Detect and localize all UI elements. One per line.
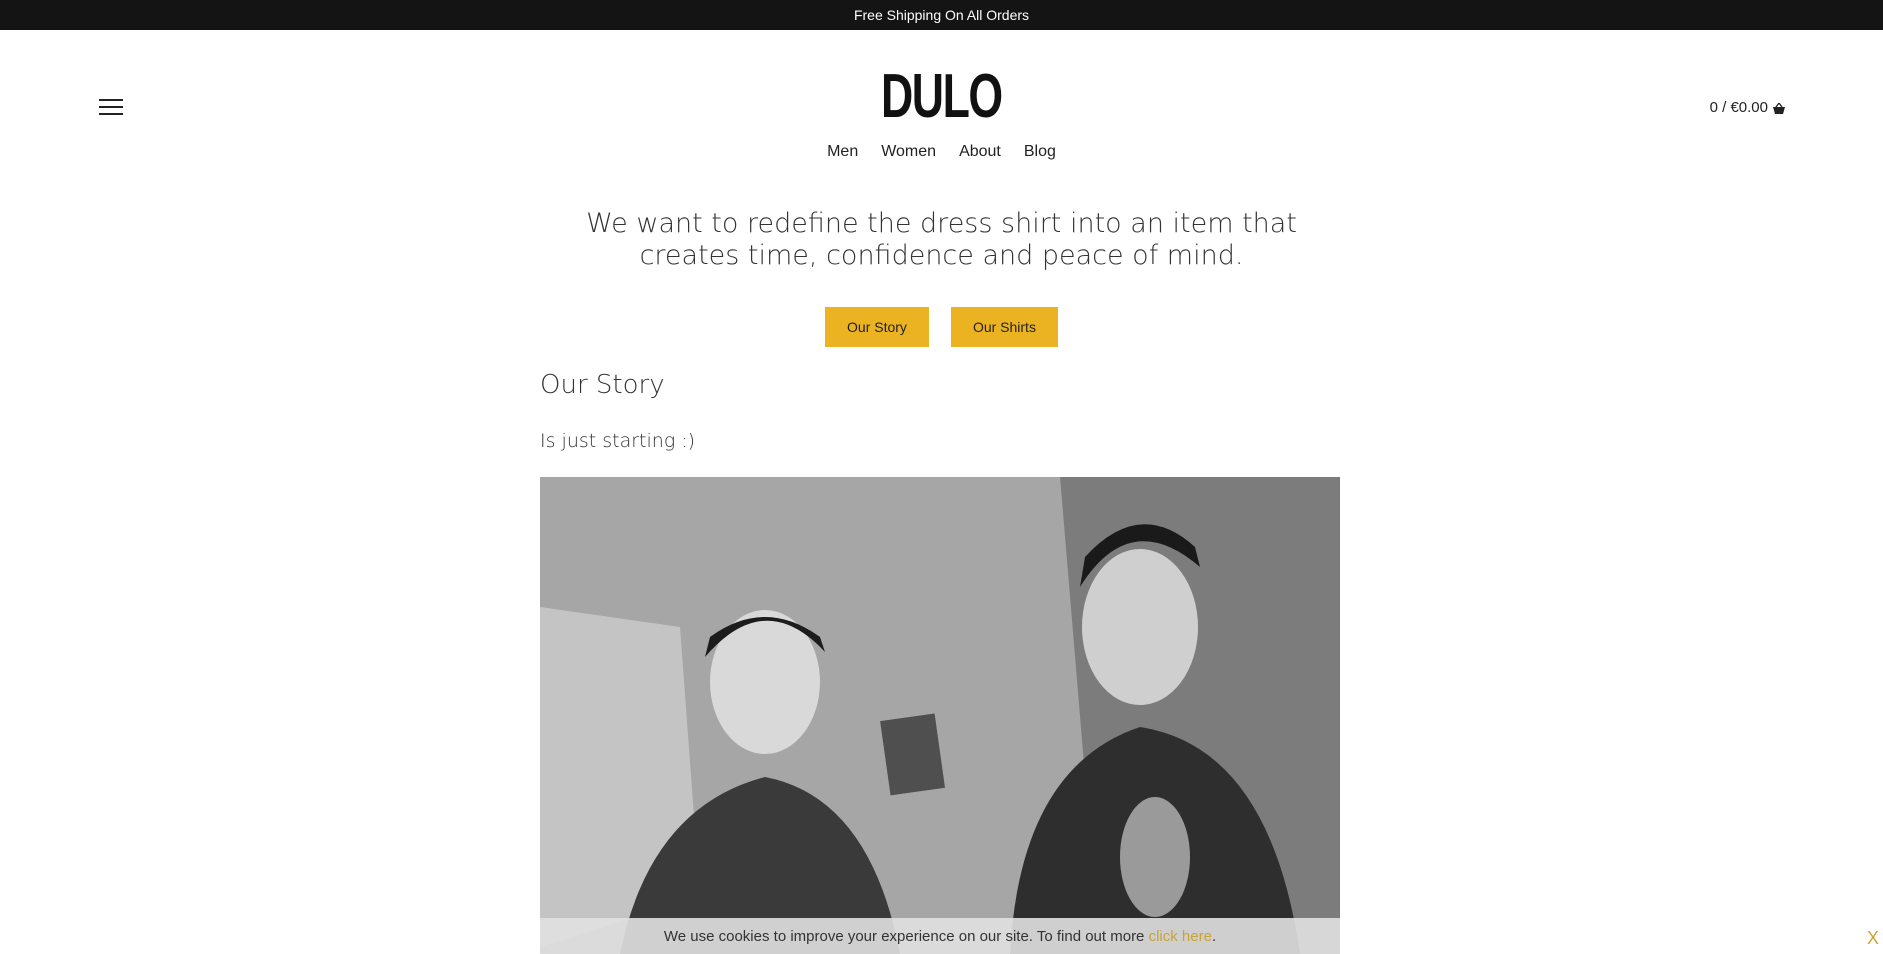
tagline-line-1: We want to redefine the dress shirt into… — [586, 208, 1297, 239]
cta-row: Our Story Our Shirts — [0, 307, 1883, 347]
logo[interactable]: DULO — [263, 62, 1619, 132]
main-nav: Men Women About Blog — [0, 143, 1883, 161]
nav-item-about[interactable]: About — [959, 143, 1001, 161]
announcement-bar: Free Shipping On All Orders — [0, 0, 1883, 30]
our-shirts-button[interactable]: Our Shirts — [950, 307, 1058, 347]
cookie-banner: We use cookies to improve your experienc… — [540, 918, 1340, 954]
hero-tagline: We want to redefine the dress shirt into… — [0, 208, 1883, 272]
our-story-button[interactable]: Our Story — [825, 307, 929, 347]
founders-photo — [540, 477, 1340, 954]
nav-item-women[interactable]: Women — [881, 143, 936, 161]
cookie-period: . — [1211, 927, 1217, 945]
announcement-text: Free Shipping On All Orders — [853, 7, 1030, 23]
cookie-more-link[interactable]: click here — [1149, 928, 1212, 945]
tagline-line-2: creates time, confidence and peace of mi… — [639, 240, 1244, 271]
cookie-close-button[interactable]: X — [1867, 928, 1879, 949]
cart-link[interactable]: 0 / €0.00 — [1710, 99, 1786, 116]
nav-item-blog[interactable]: Blog — [1024, 143, 1056, 161]
hamburger-menu-icon[interactable] — [99, 99, 123, 117]
story-text: Is just starting :) — [540, 430, 696, 452]
cart-summary: 0 / €0.00 — [1709, 99, 1768, 116]
basket-icon — [1772, 101, 1786, 114]
nav-item-men[interactable]: Men — [827, 143, 858, 161]
cookie-text: We use cookies to improve your experienc… — [663, 927, 1145, 945]
story-title: Our Story — [540, 370, 665, 400]
